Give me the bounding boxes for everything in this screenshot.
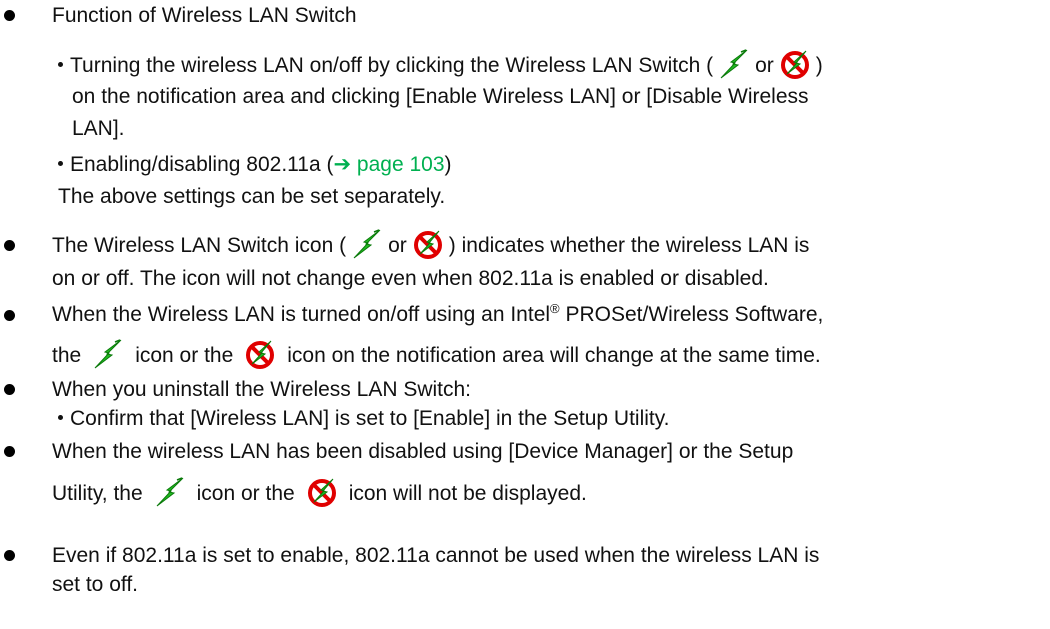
bullet-title: When you uninstall the Wireless LAN Swit… xyxy=(52,378,472,401)
wireless-off-prohibited-icon xyxy=(413,229,443,259)
bullet-line-2: on or off. The icon will not change even… xyxy=(52,267,769,290)
wireless-on-lightning-icon xyxy=(719,49,749,79)
document-page: Function of Wireless LAN Switch Turning … xyxy=(0,0,1050,629)
wireless-off-prohibited-icon xyxy=(245,339,275,369)
sub-bullet-dot xyxy=(58,61,63,67)
settings-note: The above settings can be set separately… xyxy=(58,185,446,208)
bullet-line-1: The Wireless LAN Switch icon (or) indica… xyxy=(52,229,1042,261)
bullet-title: Function of Wireless LAN Switch xyxy=(52,4,357,27)
page-link[interactable]: page 103 xyxy=(357,153,445,176)
sub-item-line-3: LAN]. xyxy=(72,117,125,140)
sub-bullet-dot xyxy=(58,160,63,166)
registered-mark: ® xyxy=(550,301,560,316)
bullet-line-2: the icon or the icon on the notification a… xyxy=(52,339,1042,371)
sub-item-line-2: on the notification area and clicking [E… xyxy=(72,85,809,108)
sub-item-turning-on-off: Turning the wireless LAN on/off by click… xyxy=(58,49,1038,81)
sub-item-confirm: Confirm that [Wireless LAN] is set to [E… xyxy=(58,403,1038,434)
bullet-line-2: Utility, the icon or the icon will not be … xyxy=(52,477,1042,509)
bullet-dot xyxy=(4,446,15,457)
wireless-off-prohibited-icon xyxy=(307,477,337,507)
bullet-dot xyxy=(4,240,15,251)
sub-bullet-dot xyxy=(58,414,63,420)
bullet-line-1: When the Wireless LAN is turned on/off u… xyxy=(52,301,824,326)
bullet-dot xyxy=(4,550,15,561)
wireless-on-lightning-icon xyxy=(352,229,382,259)
bullet-line-1: Even if 802.11a is set to enable, 802.11… xyxy=(52,544,820,567)
wireless-on-lightning-icon xyxy=(155,477,185,507)
wireless-on-lightning-icon xyxy=(93,339,123,369)
bullet-line-1: When the wireless LAN has been disabled … xyxy=(52,440,794,463)
bullet-dot xyxy=(4,10,15,21)
bullet-dot xyxy=(4,384,15,395)
sub-item-enabling-80211a: Enabling/disabling 802.11a (➔ page 103) xyxy=(58,149,1038,180)
bullet-line-2: set to off. xyxy=(52,573,138,596)
bullet-dot xyxy=(4,310,15,321)
arrow-right-icon: ➔ xyxy=(333,153,357,176)
wireless-off-prohibited-icon xyxy=(780,49,810,79)
